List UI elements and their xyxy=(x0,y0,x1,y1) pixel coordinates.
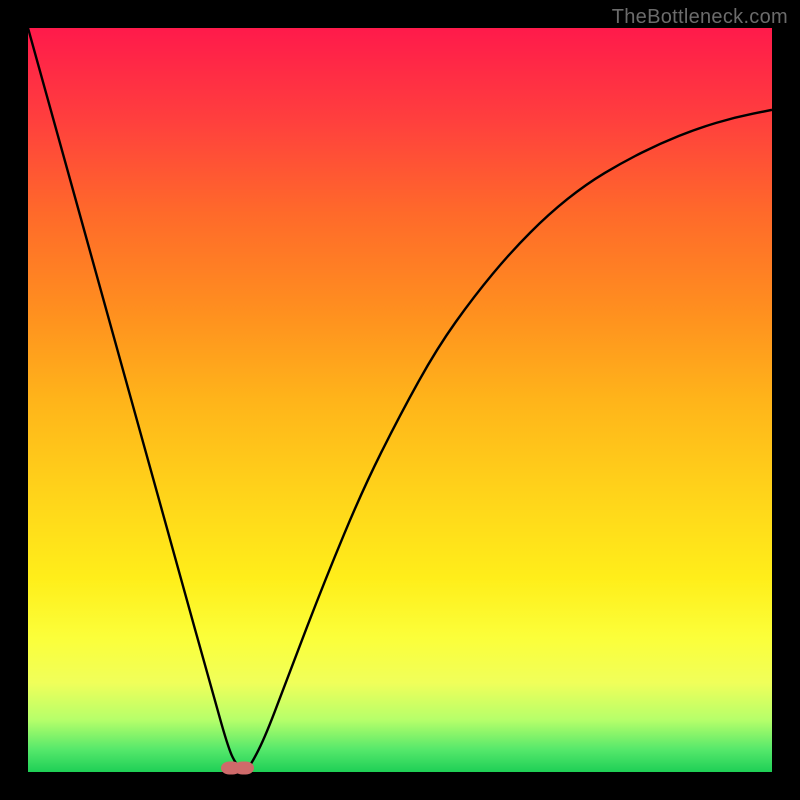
curve-svg xyxy=(28,28,772,772)
bottleneck-curve-path xyxy=(28,28,772,770)
watermark-text: TheBottleneck.com xyxy=(612,6,788,29)
plot-area xyxy=(28,28,772,772)
valley-dot-2 xyxy=(234,762,254,775)
chart-frame: TheBottleneck.com xyxy=(0,0,800,800)
